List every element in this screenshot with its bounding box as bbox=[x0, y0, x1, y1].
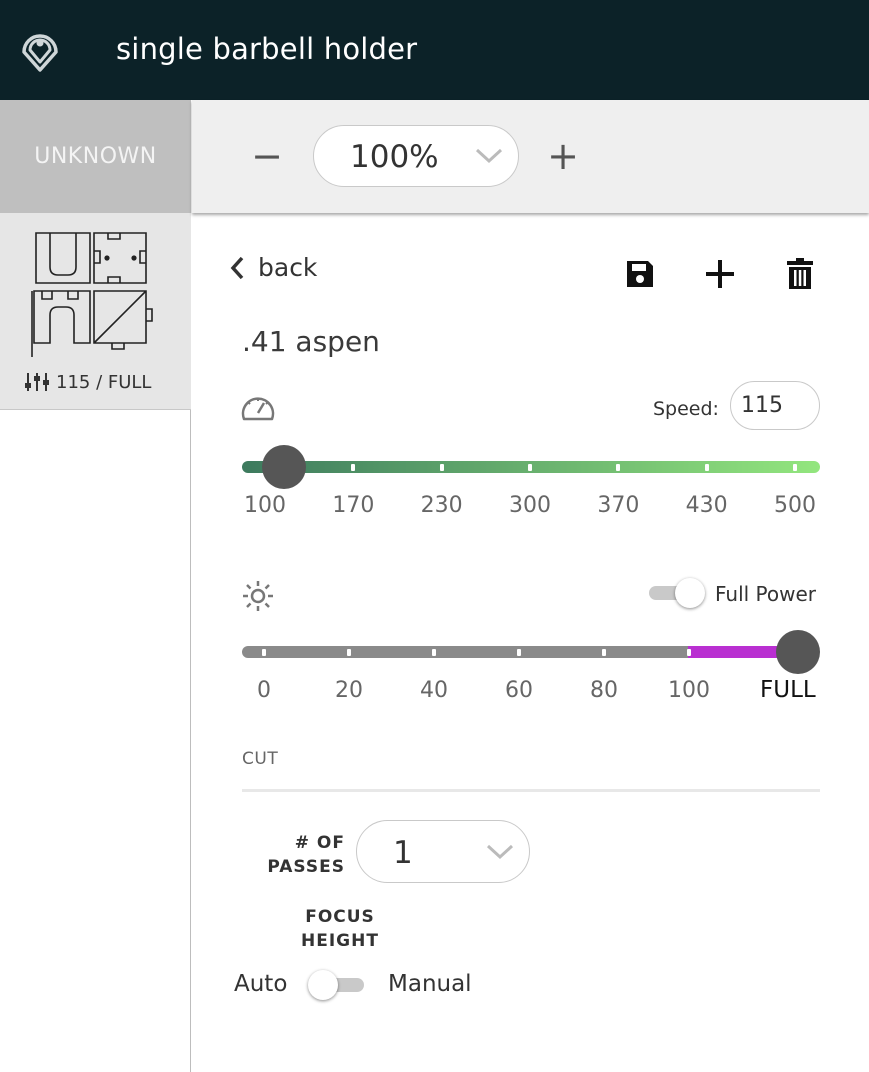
zoom-select[interactable]: 100% bbox=[313, 125, 519, 187]
back-button[interactable]: back bbox=[230, 253, 317, 282]
power-slider-tick bbox=[262, 648, 266, 656]
speed-slider-thumb[interactable] bbox=[261, 445, 306, 489]
material-setting-text: 115 / FULL bbox=[56, 371, 152, 393]
passes-label-line1: # OF bbox=[294, 833, 345, 853]
passes-value: 1 bbox=[393, 835, 413, 871]
passes-label-line2: PASSES bbox=[267, 857, 345, 877]
save-icon bbox=[627, 261, 653, 287]
focus-mode-toggle[interactable] bbox=[308, 970, 364, 1000]
speed-tick-label: 500 bbox=[774, 493, 816, 518]
left-sidebar: UNKNOWN 115 / FULL bbox=[0, 100, 191, 1072]
power-tick-label: 60 bbox=[505, 678, 533, 703]
chevron-left-icon bbox=[230, 256, 244, 279]
sliders-icon bbox=[25, 373, 49, 391]
speed-tick-label: 170 bbox=[332, 493, 375, 518]
speed-slider-tick bbox=[351, 463, 356, 471]
power-tick-label: 0 bbox=[257, 678, 271, 703]
speed-tick-label: 300 bbox=[509, 493, 551, 518]
focus-auto-label: Auto bbox=[234, 971, 288, 997]
section-divider bbox=[242, 789, 820, 792]
power-tick-label: 20 bbox=[335, 678, 363, 703]
power-slider-tick bbox=[347, 648, 351, 656]
save-button[interactable] bbox=[623, 257, 657, 291]
material-setting-summary: 115 / FULL bbox=[24, 371, 151, 393]
focus-label-line1: FOCUS bbox=[305, 907, 375, 927]
power-slider-tick bbox=[687, 648, 691, 656]
passes-label: # OF PASSES bbox=[256, 831, 345, 879]
chevron-down-icon bbox=[475, 148, 503, 164]
power-tick-label: 80 bbox=[590, 678, 618, 703]
add-button[interactable] bbox=[703, 257, 737, 291]
speedometer-icon bbox=[241, 397, 275, 421]
section-cut-label: CUT bbox=[242, 749, 279, 769]
speed-slider-tick bbox=[528, 463, 532, 471]
power-full-label: FULL bbox=[760, 677, 816, 703]
design-preview-image bbox=[31, 232, 153, 357]
sun-icon bbox=[243, 581, 273, 611]
material-settings-panel: back .41 aspen Speed: 115 Full Power FUL… bbox=[192, 213, 869, 1072]
material-tab-unknown[interactable]: UNKNOWN bbox=[0, 100, 191, 213]
focus-label-line2: HEIGHT bbox=[301, 931, 379, 951]
focus-manual-label: Manual bbox=[388, 971, 472, 997]
power-tick-label: 100 bbox=[668, 678, 710, 703]
focus-height-label: FOCUS HEIGHT bbox=[280, 905, 400, 953]
location-pin-logo[interactable] bbox=[18, 24, 64, 74]
trash-icon bbox=[787, 258, 813, 289]
speed-slider-tick bbox=[439, 463, 444, 471]
speed-tick-label: 370 bbox=[597, 493, 640, 518]
design-thumbnail-card[interactable]: 115 / FULL bbox=[0, 213, 191, 410]
delete-button[interactable] bbox=[783, 257, 817, 291]
speed-label: Speed: bbox=[653, 398, 719, 420]
speed-input[interactable] bbox=[730, 381, 820, 430]
full-power-toggle-knob bbox=[675, 578, 705, 608]
app-title: single barbell holder bbox=[116, 32, 418, 66]
add-icon bbox=[706, 260, 734, 288]
power-slider-track[interactable] bbox=[242, 646, 692, 658]
focus-mode-toggle-knob bbox=[308, 970, 338, 1000]
zoom-value: 100% bbox=[350, 139, 439, 175]
full-power-label: Full Power bbox=[715, 582, 817, 606]
full-power-toggle[interactable] bbox=[649, 578, 705, 608]
app-header: single barbell holder bbox=[0, 0, 869, 100]
material-tab-label: UNKNOWN bbox=[34, 144, 157, 169]
power-slider-thumb[interactable] bbox=[776, 630, 820, 674]
zoom-toolbar: − 100% + bbox=[192, 100, 869, 213]
speed-tick-label: 100 bbox=[244, 493, 286, 518]
speed-slider-tick bbox=[704, 463, 709, 471]
chevron-down-icon bbox=[486, 844, 514, 860]
material-name: .41 aspen bbox=[242, 325, 380, 358]
power-slider-tick bbox=[602, 648, 606, 656]
speed-tick-label: 430 bbox=[685, 493, 728, 518]
zoom-in-button[interactable]: + bbox=[547, 134, 579, 178]
power-tick-label: 40 bbox=[420, 678, 448, 703]
speed-tick-label: 230 bbox=[420, 493, 463, 518]
power-slider-tick bbox=[432, 648, 436, 656]
zoom-out-button[interactable]: − bbox=[251, 134, 283, 178]
power-slider-tick bbox=[517, 648, 521, 656]
speed-slider-tick bbox=[793, 463, 797, 471]
back-label: back bbox=[258, 253, 318, 282]
speed-slider-tick bbox=[616, 463, 621, 471]
passes-select[interactable]: 1 bbox=[356, 820, 530, 883]
